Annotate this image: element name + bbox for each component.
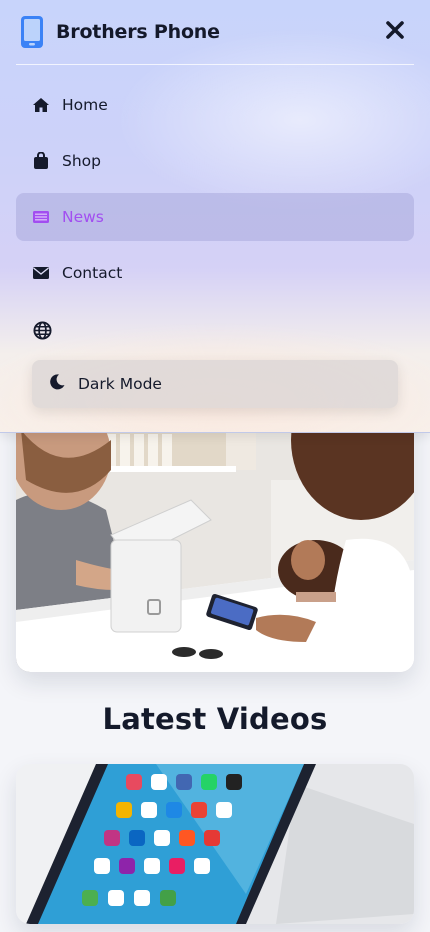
shopping-bag-icon xyxy=(32,152,50,170)
envelope-icon xyxy=(32,264,50,282)
nav-item-label: Contact xyxy=(62,264,123,282)
smartphone-photo xyxy=(16,764,414,924)
home-icon xyxy=(32,96,50,114)
menu-divider xyxy=(16,64,414,65)
video-thumbnail[interactable] xyxy=(16,764,414,924)
nav-item-shop[interactable]: Shop xyxy=(16,137,414,185)
brand-logo[interactable]: Brothers Phone xyxy=(20,16,220,48)
moon-icon xyxy=(48,373,66,395)
dark-mode-label: Dark Mode xyxy=(78,375,162,393)
latest-videos-heading: Latest Videos xyxy=(102,702,328,736)
nav-item-home[interactable]: Home xyxy=(16,81,414,129)
close-menu-button[interactable] xyxy=(384,21,406,43)
nav-item-news[interactable]: News xyxy=(16,193,414,241)
close-icon xyxy=(386,21,404,43)
nav-item-contact[interactable]: Contact xyxy=(16,249,414,297)
brand-name: Brothers Phone xyxy=(56,21,220,43)
smartphone-icon xyxy=(20,16,44,48)
globe-icon xyxy=(32,320,52,344)
mobile-nav-menu: Brothers Phone Home Shop News Contact Da… xyxy=(0,0,430,433)
nav-item-label: News xyxy=(62,208,104,226)
language-button[interactable] xyxy=(32,320,52,344)
newspaper-icon xyxy=(32,208,50,226)
nav-item-label: Shop xyxy=(62,152,101,170)
dark-mode-toggle[interactable]: Dark Mode xyxy=(32,360,398,408)
nav-item-label: Home xyxy=(62,96,108,114)
